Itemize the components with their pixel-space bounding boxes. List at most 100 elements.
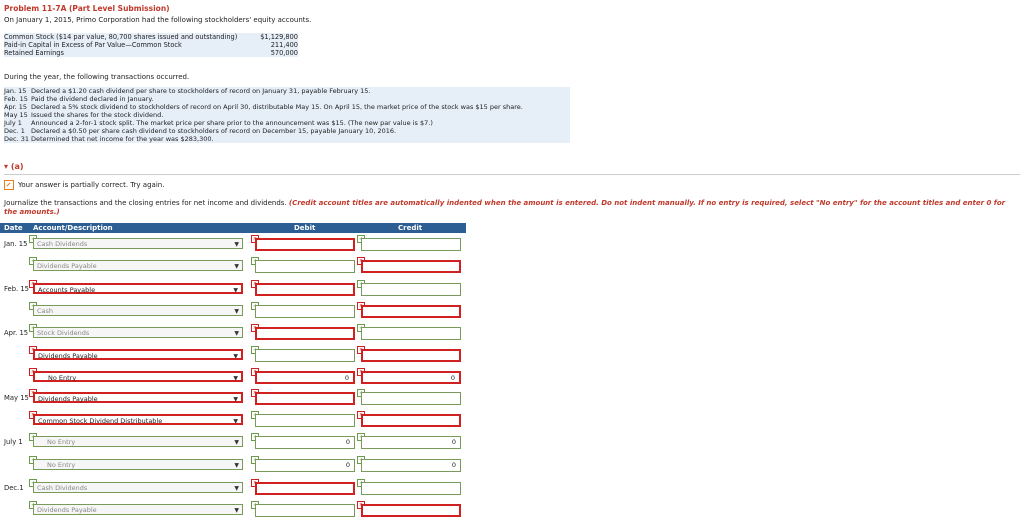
dropdown-arrow-icon: ▼ <box>234 263 239 270</box>
credit-input[interactable] <box>361 305 461 318</box>
debit-input[interactable] <box>255 504 355 517</box>
journal-date: Dec.1 <box>4 484 24 492</box>
journal-date: Jan. 15 <box>4 240 28 248</box>
account-select[interactable]: Dividends Payable ▼ <box>33 260 243 271</box>
debit-input[interactable] <box>255 283 355 296</box>
header-credit: Credit <box>398 224 423 232</box>
equity-amount: $1,129,800 <box>260 33 298 41</box>
account-select[interactable]: Common Stock Dividend Distributable ▼ <box>33 414 243 425</box>
credit-input[interactable]: 0 <box>361 371 461 384</box>
debit-input[interactable]: 0 <box>255 459 355 472</box>
journal-date: July 1 <box>4 438 23 446</box>
account-value: Dividends Payable <box>38 395 98 403</box>
account-select[interactable]: Dividends Payable ▼ <box>33 504 243 515</box>
debit-input[interactable] <box>255 260 355 273</box>
transaction-text: Declared a 5% stock dividend to stockhol… <box>31 103 523 111</box>
account-select[interactable]: Accounts Payable ▼ <box>33 283 243 294</box>
credit-input[interactable] <box>361 327 461 340</box>
credit-input[interactable] <box>361 260 461 273</box>
credit-input[interactable] <box>361 283 461 296</box>
debit-input[interactable] <box>255 349 355 362</box>
debit-input[interactable] <box>255 305 355 318</box>
transaction-text: Announced a 2-for-1 stock split. The mar… <box>31 119 433 127</box>
pencil-icon <box>4 180 14 190</box>
account-select[interactable]: No Entry ▼ <box>33 436 243 447</box>
credit-input[interactable]: 0 <box>361 459 461 472</box>
transaction-row: Apr. 15 Declared a 5% stock dividend to s… <box>4 103 570 111</box>
dropdown-arrow-icon: ▼ <box>234 439 239 446</box>
journal-row: Dec.1✓Cash Dividends▼×✓ <box>0 479 470 498</box>
account-value: Cash <box>37 307 54 315</box>
transaction-row: Feb. 15 Paid the dividend declared in Jan… <box>4 95 570 103</box>
credit-input[interactable] <box>361 238 461 251</box>
debit-input[interactable] <box>255 392 355 405</box>
credit-input[interactable] <box>361 504 461 517</box>
instructions: Journalize the transactions and the clos… <box>4 199 1020 216</box>
credit-input[interactable] <box>361 482 461 495</box>
equity-table: Common Stock ($14 par value, 80,700 shar… <box>4 33 298 57</box>
account-value: No Entry <box>47 438 76 446</box>
transaction-text: Determined that net income for the year … <box>31 135 214 143</box>
transactions-table: Jan. 15 Declared a $1.20 cash dividend pe… <box>4 87 570 143</box>
account-select[interactable]: No Entry ▼ <box>33 459 243 470</box>
section-toggle[interactable]: ▾ (a) <box>4 162 24 171</box>
journal-date: May 15 <box>4 394 29 402</box>
credit-input[interactable] <box>361 414 461 427</box>
account-value: Stock Dividends <box>37 329 90 337</box>
account-select[interactable]: No Entry ▼ <box>33 371 243 382</box>
journal-row: ✓Cash▼✓× <box>0 302 470 321</box>
transaction-row: May 15 Issued the shares for the stock di… <box>4 111 570 119</box>
account-select[interactable]: Dividends Payable ▼ <box>33 392 243 403</box>
instructions-text: Journalize the transactions and the clos… <box>4 199 287 207</box>
divider <box>4 174 1020 175</box>
account-value: Cash Dividends <box>37 240 88 248</box>
credit-input[interactable] <box>361 349 461 362</box>
credit-input[interactable]: 0 <box>361 436 461 449</box>
journal-row: Apr. 15✓Stock Dividends▼×✓ <box>0 324 470 343</box>
journal-row: ×Common Stock Dividend Distributable▼✓× <box>0 411 470 430</box>
account-value: No Entry <box>48 374 77 382</box>
account-select[interactable]: Dividends Payable ▼ <box>33 349 243 360</box>
journal-row: ✓Dividends Payable▼✓× <box>0 257 470 276</box>
journal-row: ×No Entry▼×0×0 <box>0 368 470 387</box>
account-value: Common Stock Dividend Distributable <box>38 417 163 425</box>
account-value: Dividends Payable <box>37 506 97 514</box>
transaction-row: Jan. 15 Declared a $1.20 cash dividend pe… <box>4 87 570 95</box>
debit-input[interactable] <box>255 414 355 427</box>
transaction-row: Dec. 31 Determined that net income for th… <box>4 135 570 143</box>
partial-correct-notice: Your answer is partially correct. Try ag… <box>4 180 164 190</box>
caret-down-icon: ▾ <box>4 162 9 171</box>
debit-input[interactable]: 0 <box>255 436 355 449</box>
transaction-date: Jan. 15 <box>4 87 27 95</box>
dropdown-arrow-icon: ▼ <box>234 485 239 492</box>
account-select[interactable]: Stock Dividends ▼ <box>33 327 243 338</box>
account-select[interactable]: Cash Dividends ▼ <box>33 238 243 249</box>
account-value: Cash Dividends <box>37 484 88 492</box>
problem-title: Problem 11-7A (Part Level Submission) <box>4 4 170 13</box>
journal-row: Jan. 15✓Cash Dividends▼×✓ <box>0 235 470 254</box>
account-select[interactable]: Cash Dividends ▼ <box>33 482 243 493</box>
dropdown-arrow-icon: ▼ <box>234 241 239 248</box>
debit-input[interactable] <box>255 482 355 495</box>
debit-input[interactable] <box>255 238 355 251</box>
account-value: No Entry <box>47 461 76 469</box>
transaction-date: May 15 <box>4 111 28 119</box>
header-debit: Debit <box>294 224 316 232</box>
transaction-row: July 1 Announced a 2-for-1 stock split. T… <box>4 119 570 127</box>
account-select[interactable]: Cash ▼ <box>33 305 243 316</box>
journal-date: Apr. 15 <box>4 329 29 337</box>
dropdown-arrow-icon: ▼ <box>234 308 239 315</box>
dropdown-arrow-icon: ▼ <box>233 353 238 360</box>
dropdown-arrow-icon: ▼ <box>233 375 238 382</box>
credit-input[interactable] <box>361 392 461 405</box>
dropdown-arrow-icon: ▼ <box>233 396 238 403</box>
debit-input[interactable] <box>255 327 355 340</box>
account-value: Dividends Payable <box>37 262 97 270</box>
transaction-date: Dec. 31 <box>4 135 29 143</box>
debit-input[interactable]: 0 <box>255 371 355 384</box>
during-text: During the year, the following transacti… <box>4 73 190 81</box>
header-account: Account/Description <box>33 224 113 232</box>
section-label: (a) <box>10 162 24 171</box>
transaction-text: Issued the shares for the stock dividend… <box>31 111 164 119</box>
dropdown-arrow-icon: ▼ <box>233 418 238 425</box>
